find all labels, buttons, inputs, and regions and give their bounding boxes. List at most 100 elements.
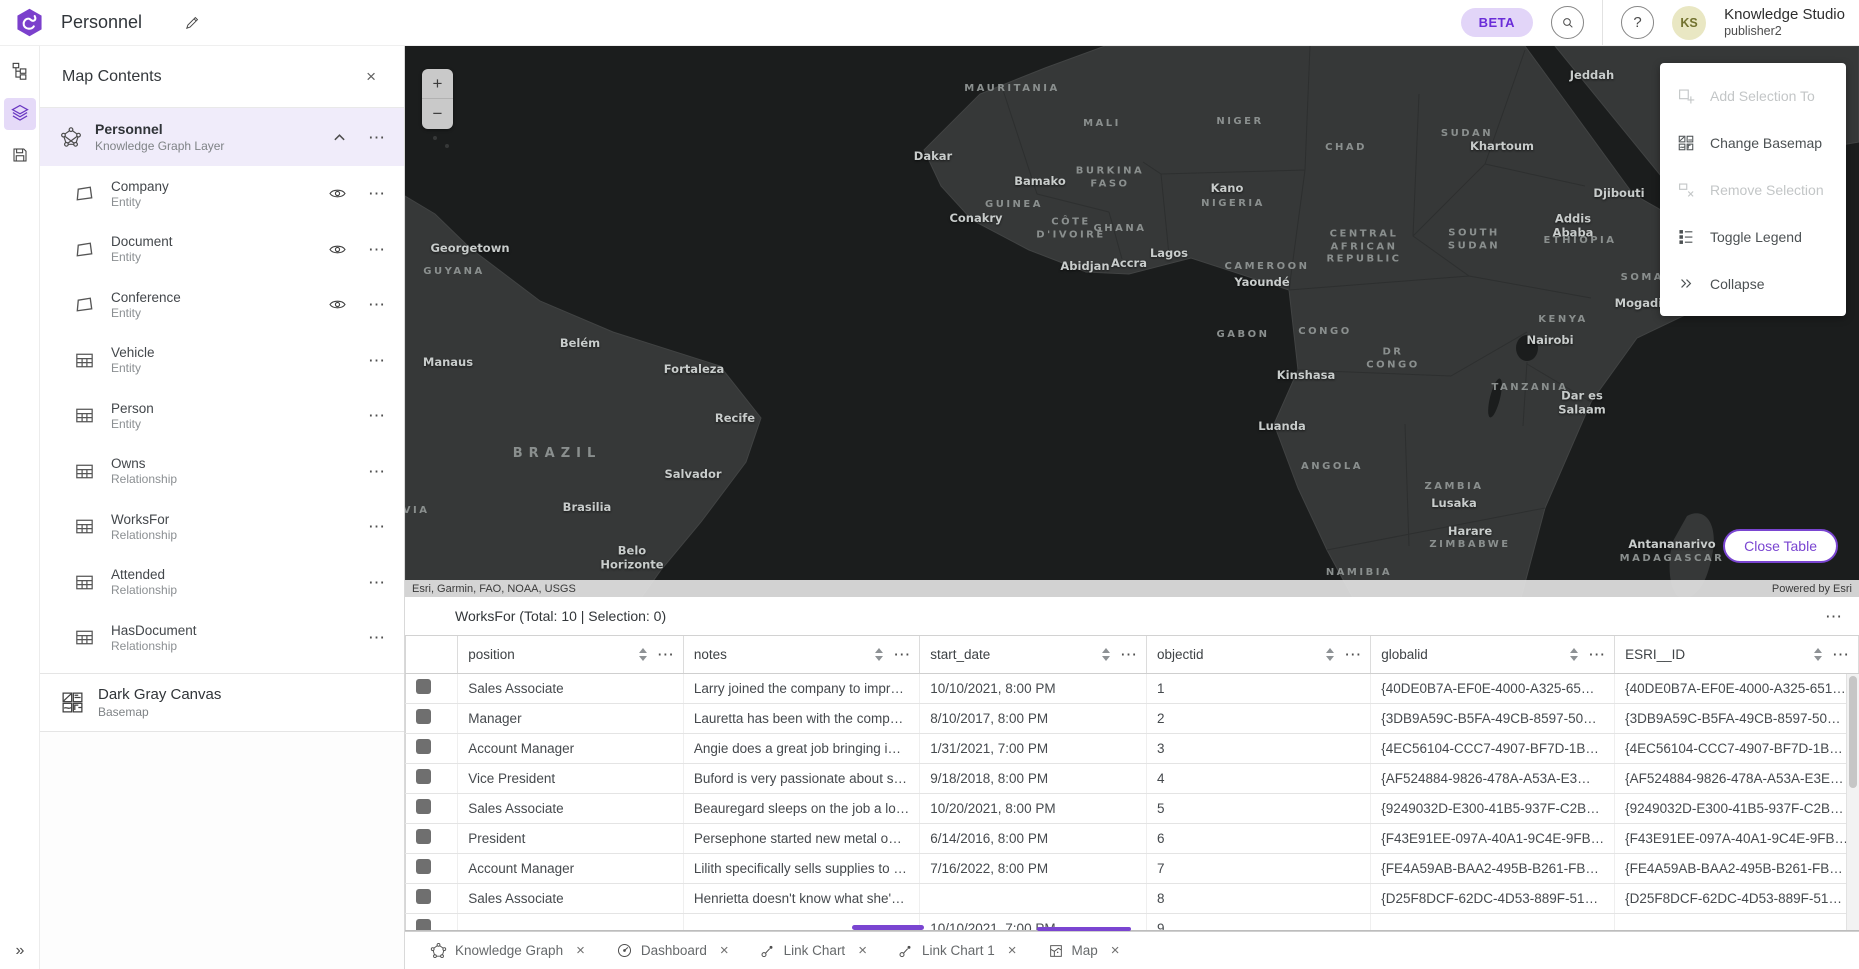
- table-row[interactable]: Account ManagerLilith specifically sells…: [406, 853, 1859, 883]
- layer-item-document[interactable]: DocumentEntity⋯: [40, 222, 404, 278]
- layer-options-button[interactable]: ⋯: [368, 129, 386, 146]
- layer-item-vehicle[interactable]: VehicleEntity⋯: [40, 333, 404, 389]
- vertical-scrollbar[interactable]: [1846, 674, 1859, 931]
- column-options-button[interactable]: ⋯: [1344, 646, 1362, 663]
- visibility-eye-icon[interactable]: [328, 240, 347, 259]
- visibility-eye-icon[interactable]: [328, 184, 347, 203]
- tab-link-chart-1[interactable]: Link Chart 1×: [885, 932, 1030, 969]
- zoom-in-button[interactable]: +: [422, 69, 453, 99]
- row-checkbox[interactable]: [416, 769, 431, 784]
- table-row[interactable]: Vice PresidentBuford is very passionate …: [406, 763, 1859, 793]
- layer-options-button[interactable]: ⋯: [368, 296, 386, 313]
- table-cell: 10/10/2021, 8:00 PM: [920, 673, 1147, 703]
- column-options-button[interactable]: ⋯: [657, 646, 675, 663]
- close-tab-icon[interactable]: ×: [720, 943, 729, 958]
- table-row[interactable]: 10/10/2021, 7:00 PM9: [406, 913, 1859, 931]
- avatar[interactable]: KS: [1672, 6, 1706, 40]
- help-button[interactable]: ?: [1621, 6, 1654, 39]
- column-label: objectid: [1157, 647, 1322, 662]
- column-header-esri-id[interactable]: ESRI__ID⋯: [1615, 636, 1859, 673]
- rail-button-save[interactable]: [4, 140, 36, 172]
- table-options-button[interactable]: ⋯: [1825, 608, 1843, 625]
- close-tab-icon[interactable]: ×: [576, 943, 585, 958]
- table-cell: 1: [1146, 673, 1370, 703]
- table-row[interactable]: ManagerLauretta has been with the comp…8…: [406, 703, 1859, 733]
- layer-item-worksfor[interactable]: WorksForRelationship⋯: [40, 499, 404, 555]
- column-header-start-date[interactable]: start_date⋯: [920, 636, 1147, 673]
- layer-options-button[interactable]: ⋯: [368, 574, 386, 591]
- row-checkbox[interactable]: [416, 709, 431, 724]
- rail-button-orgchart[interactable]: [4, 56, 36, 88]
- menu-item-toggle-legend[interactable]: Toggle Legend: [1660, 213, 1846, 260]
- layer-options-button[interactable]: ⋯: [368, 241, 386, 258]
- layer-options-button[interactable]: ⋯: [368, 463, 386, 480]
- column-options-button[interactable]: ⋯: [1588, 646, 1606, 663]
- rail-button-layers[interactable]: [4, 98, 36, 130]
- table-cell: Persephone started new metal o…: [683, 823, 919, 853]
- view-tabbar: Knowledge Graph×Dashboard×Link Chart×Lin…: [405, 931, 1859, 969]
- layer-options-button[interactable]: ⋯: [368, 518, 386, 535]
- column-options-button[interactable]: ⋯: [893, 646, 911, 663]
- sort-icon[interactable]: [875, 648, 883, 661]
- tab-knowledge-graph[interactable]: Knowledge Graph×: [417, 932, 598, 969]
- layer-item-company[interactable]: CompanyEntity⋯: [40, 166, 404, 222]
- vertical-scrollbar-thumb[interactable]: [1849, 676, 1857, 788]
- close-tab-icon[interactable]: ×: [858, 943, 867, 958]
- table-row[interactable]: Account ManagerAngie does a great job br…: [406, 733, 1859, 763]
- collapse-layer-icon[interactable]: [333, 133, 346, 142]
- layer-name: Company: [111, 179, 169, 194]
- layer-options-button[interactable]: ⋯: [368, 629, 386, 646]
- row-checkbox[interactable]: [416, 829, 431, 844]
- table-cell: {F43E91EE-097A-40A1-9C4E-9FB…: [1371, 823, 1615, 853]
- row-checkbox[interactable]: [416, 679, 431, 694]
- tab-link-chart[interactable]: Link Chart×: [747, 932, 880, 969]
- layer-item-attended[interactable]: AttendedRelationship⋯: [40, 555, 404, 611]
- tab-dashboard[interactable]: Dashboard×: [603, 932, 742, 969]
- table-row[interactable]: Sales AssociateLarry joined the company …: [406, 673, 1859, 703]
- row-checkbox[interactable]: [416, 859, 431, 874]
- sort-icon[interactable]: [1814, 648, 1822, 661]
- close-tab-icon[interactable]: ×: [1008, 943, 1017, 958]
- layer-options-button[interactable]: ⋯: [368, 185, 386, 202]
- document-title: Personnel: [61, 12, 142, 33]
- layer-options-button[interactable]: ⋯: [368, 352, 386, 369]
- menu-item-collapse[interactable]: Collapse: [1660, 260, 1846, 307]
- tab-map[interactable]: Map×: [1035, 932, 1133, 969]
- table-row[interactable]: Sales AssociateBeauregard sleeps on the …: [406, 793, 1859, 823]
- row-checkbox[interactable]: [416, 739, 431, 754]
- layer-options-button[interactable]: ⋯: [368, 407, 386, 424]
- column-header-position[interactable]: position⋯: [458, 636, 684, 673]
- layer-item-conference[interactable]: ConferenceEntity⋯: [40, 277, 404, 333]
- sort-icon[interactable]: [1102, 648, 1110, 661]
- layer-item-person[interactable]: PersonEntity⋯: [40, 388, 404, 444]
- search-button[interactable]: [1551, 6, 1584, 39]
- row-checkbox[interactable]: [416, 799, 431, 814]
- table-row[interactable]: Sales AssociateHenrietta doesn't know wh…: [406, 883, 1859, 913]
- layer-item-hasdocument[interactable]: HasDocumentRelationship⋯: [40, 610, 404, 666]
- layer-item-owns[interactable]: OwnsRelationship⋯: [40, 444, 404, 500]
- column-header-objectid[interactable]: objectid ⋯: [1146, 636, 1370, 673]
- edit-title-button[interactable]: [184, 14, 201, 31]
- column-header-globalid[interactable]: globalid⋯: [1371, 636, 1615, 673]
- column-header-notes[interactable]: notes⋯: [683, 636, 919, 673]
- sort-icon[interactable]: [1570, 648, 1578, 661]
- column-options-button[interactable]: ⋯: [1832, 646, 1850, 663]
- table-row[interactable]: PresidentPersephone started new metal o……: [406, 823, 1859, 853]
- row-checkbox[interactable]: [416, 889, 431, 904]
- close-tab-icon[interactable]: ×: [1111, 943, 1120, 958]
- zoom-out-button[interactable]: −: [422, 99, 453, 129]
- table-cell: Larry joined the company to impr…: [683, 673, 919, 703]
- sort-icon[interactable]: [639, 648, 647, 661]
- map-view[interactable]: DakarMAURITANIAMALINIGERCHADSUDANKhartou…: [405, 46, 1859, 597]
- menu-item-change-basemap[interactable]: Change Basemap: [1660, 119, 1846, 166]
- close-table-button[interactable]: Close Table: [1723, 529, 1838, 563]
- app-header: Personnel BETA ? KS Knowledge Studio pub…: [0, 0, 1859, 45]
- basemap-item[interactable]: Dark Gray Canvas Basemap: [40, 673, 404, 732]
- column-options-button[interactable]: ⋯: [1120, 646, 1138, 663]
- close-panel-icon[interactable]: ×: [360, 67, 382, 86]
- layer-item-personnel[interactable]: Personnel Knowledge Graph Layer ⋯: [40, 108, 404, 166]
- rail-collapse-button[interactable]: »: [0, 941, 40, 961]
- sort-icon[interactable]: [1326, 648, 1334, 661]
- table-cell: [1615, 913, 1859, 931]
- visibility-eye-icon[interactable]: [328, 295, 347, 314]
